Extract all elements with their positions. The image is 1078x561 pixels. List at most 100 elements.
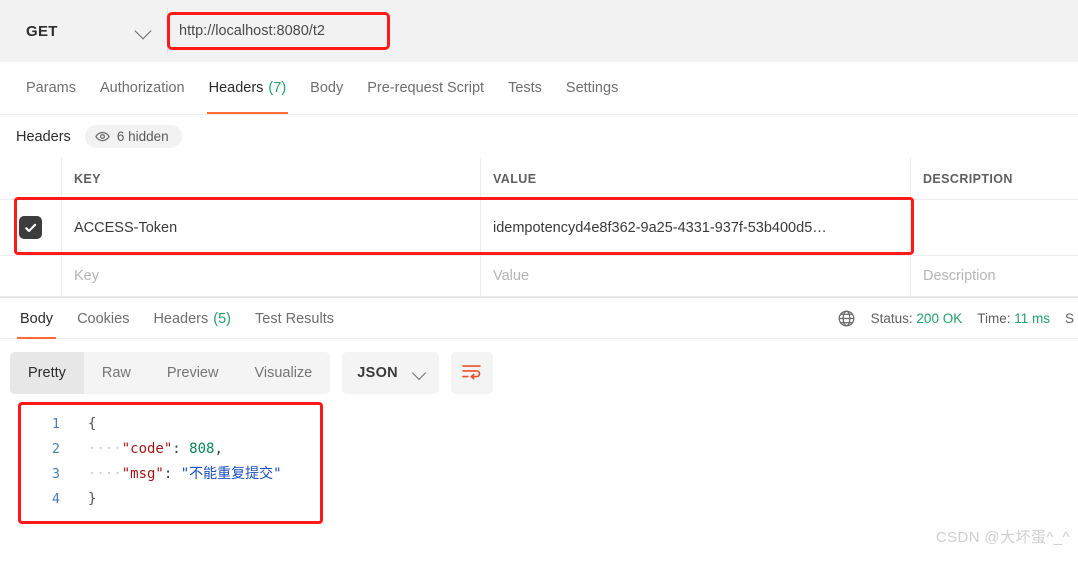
hidden-headers-toggle[interactable]: 6 hidden [84, 125, 182, 148]
status-label: Status: [870, 311, 913, 326]
empty-description-placeholder: Description [923, 268, 996, 284]
response-tabs: Body Cookies Headers (5) Test Results [8, 298, 346, 339]
code-line-number: 1 [51, 416, 60, 432]
empty-value-placeholder: Value [493, 268, 530, 284]
response-tab-headers[interactable]: Headers (5) [141, 298, 243, 339]
chevron-down-icon [134, 22, 152, 40]
url-input-value: http://localhost:8080/t2 [179, 23, 325, 39]
response-view-preview[interactable]: Preview [149, 352, 237, 394]
code-indent-dots: ···· [88, 441, 122, 457]
word-wrap-icon [461, 363, 482, 383]
response-language-label: JSON [357, 365, 398, 381]
code-line: 4} [30, 487, 320, 512]
response-language-selector[interactable]: JSON [342, 352, 439, 394]
chevron-down-icon [411, 365, 427, 381]
size-label: S [1064, 311, 1074, 326]
header-key-cell[interactable]: ACCESS-Token [62, 200, 481, 255]
header-value-cell[interactable]: idempotencyd4e8f362-9a25-4331-937f-53b40… [481, 200, 911, 255]
response-tab-cookies[interactable]: Cookies [65, 298, 141, 339]
code-key: "msg" [121, 466, 164, 482]
request-tab-label: Body [310, 80, 344, 96]
code-value: "不能重复提交" [180, 466, 282, 482]
response-view-label: Preview [166, 365, 219, 381]
http-method-label: GET [26, 22, 58, 40]
empty-key-cell[interactable]: Key [62, 256, 481, 296]
code-key: "code" [121, 441, 173, 457]
code-punctuation: , [214, 441, 223, 457]
request-tab-authorization[interactable]: Authorization [88, 62, 197, 114]
code-line-number: 4 [51, 491, 60, 507]
code-colon: : [163, 466, 181, 482]
request-tab-params[interactable]: Params [14, 62, 88, 114]
row-checkbox[interactable] [19, 216, 42, 239]
empty-key-placeholder: Key [74, 268, 99, 284]
code-line: 2 ····"code": 808, [30, 437, 320, 462]
response-view-raw[interactable]: Raw [84, 352, 149, 394]
request-tab-pre-request-script[interactable]: Pre-request Script [355, 62, 496, 114]
column-header-key: KEY [62, 158, 481, 199]
request-tabs: Params Authorization Headers (7) Body Pre-req… [0, 62, 1078, 115]
code-line: 3 ····"msg": "不能重复提交" [30, 462, 320, 487]
time-value: 11 ms [1014, 311, 1050, 326]
headers-section-title: Headers [16, 128, 71, 145]
response-tab-count: (5) [213, 310, 231, 327]
column-header-description: DESCRIPTION [923, 171, 1013, 186]
response-format-toolbar: Pretty Raw Preview Visualize JSON [10, 352, 493, 394]
code-indent-dots: ···· [88, 466, 122, 482]
empty-row-checkbox-cell [0, 256, 62, 296]
code-value: 808 [189, 441, 215, 457]
code-line-content: } [88, 487, 96, 512]
response-tab-body[interactable]: Body [8, 298, 65, 339]
code-line-number: 3 [51, 466, 60, 482]
request-tab-label: Params [26, 80, 76, 96]
response-view-visualize[interactable]: Visualize [236, 352, 330, 394]
empty-value-cell[interactable]: Value [481, 256, 911, 296]
response-tab-label: Test Results [255, 310, 334, 327]
code-colon: : [172, 441, 190, 457]
response-view-label: Raw [101, 365, 131, 381]
response-tab-label: Body [20, 310, 54, 327]
watermark: CSDN @大坏蛋^_^ [935, 529, 1070, 546]
empty-description-cell[interactable]: Description [911, 256, 1078, 296]
response-tab-test-results[interactable]: Test Results [243, 298, 346, 339]
request-tab-tests[interactable]: Tests [496, 62, 554, 114]
request-tab-count: (7) [268, 80, 287, 96]
code-line-number: 2 [51, 441, 60, 457]
code-value: } [88, 491, 97, 507]
hidden-headers-count: 6 hidden [116, 129, 169, 144]
headers-table: KEY VALUE DESCRIPTION ACCESS-Token idemp… [0, 158, 1078, 297]
request-tab-label: Headers [208, 80, 264, 96]
http-method-selector[interactable]: GET [8, 8, 168, 54]
response-tab-label: Cookies [77, 310, 130, 327]
url-input[interactable]: http://localhost:8080/t2 [167, 12, 390, 50]
response-tabs-bar: Body Cookies Headers (5) Test Results Status… [0, 297, 1078, 339]
code-line-content: ····"msg": "不能重复提交" [88, 462, 282, 487]
response-status-area: Status: 200 OK Time: 11 ms S [837, 298, 1078, 339]
globe-icon [837, 309, 856, 328]
response-body-code[interactable]: 1{2 ····"code": 808, 3 ····"msg": "不能重复提交" 4… [30, 412, 320, 512]
request-tab-settings[interactable]: Settings [554, 62, 630, 114]
select-all-cell [0, 158, 62, 199]
response-view-pretty[interactable]: Pretty [10, 352, 84, 394]
word-wrap-button[interactable] [450, 352, 493, 394]
table-row[interactable]: ACCESS-Token idempotencyd4e8f362-9a25-43… [0, 200, 1078, 256]
request-tab-label: Pre-request Script [367, 80, 485, 96]
request-tab-label: Settings [565, 80, 619, 96]
request-tab-label: Tests [508, 80, 542, 96]
column-header-value: VALUE [481, 158, 911, 199]
code-line-content: { [88, 412, 96, 437]
eye-icon [95, 129, 110, 144]
header-description-cell[interactable] [911, 200, 1078, 255]
response-tab-label: Headers [153, 310, 209, 327]
time-group: Time: 11 ms [977, 311, 1050, 326]
request-tab-body[interactable]: Body [298, 62, 355, 114]
status-value: 200 OK [916, 311, 963, 326]
postman-window: GET http://localhost:8080/t2 Params Autho… [0, 0, 1078, 561]
headers-subbar: Headers 6 hidden [0, 115, 1078, 158]
status-group: Status: 200 OK [871, 311, 963, 326]
table-row-empty[interactable]: Key Value Description [0, 256, 1078, 297]
request-tab-label: Authorization [99, 80, 185, 96]
request-tab-headers[interactable]: Headers (7) [197, 62, 299, 114]
code-value: { [88, 416, 97, 432]
code-line-content: ····"code": 808, [88, 437, 223, 462]
